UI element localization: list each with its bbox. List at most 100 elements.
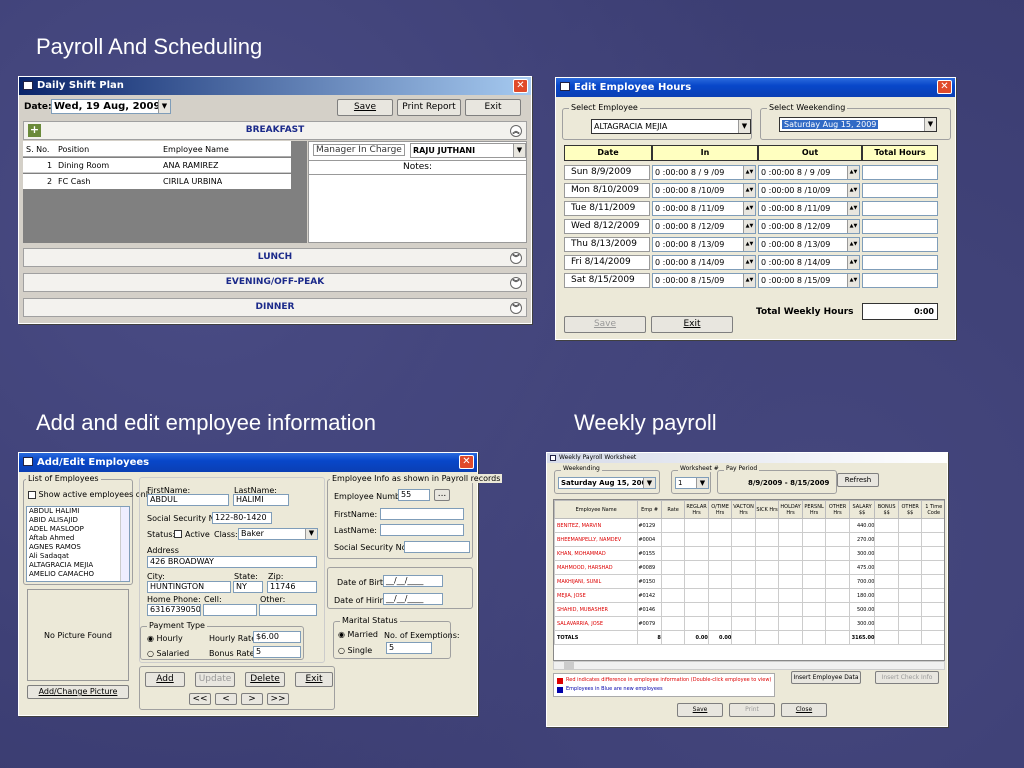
hours-row-out[interactable]: 0 :00:00 8 /10/09 ▲▼: [758, 183, 860, 198]
spin-icon[interactable]: ▲▼: [743, 274, 755, 287]
data-cell[interactable]: [731, 616, 756, 631]
list-item[interactable]: ABDUL HALIMI: [27, 507, 129, 516]
exit-button[interactable]: Exit: [651, 316, 733, 333]
spin-icon[interactable]: ▲▼: [743, 256, 755, 269]
data-cell[interactable]: [825, 588, 850, 603]
table-row[interactable]: MEJIA, JOSE #0142 180.00: [554, 588, 944, 603]
chevron-down-icon[interactable]: ▼: [513, 144, 525, 157]
data-cell[interactable]: [754, 560, 780, 575]
exemptions-field[interactable]: 5: [386, 642, 432, 654]
data-cell[interactable]: [684, 532, 709, 547]
spin-icon[interactable]: ▲▼: [847, 220, 859, 233]
notes-field[interactable]: [309, 176, 526, 242]
data-cell[interactable]: [801, 616, 827, 631]
salary-cell[interactable]: 270.00: [848, 532, 876, 547]
week-select[interactable]: Saturday Aug 15, 2009 ▼: [779, 117, 937, 132]
expand-icon[interactable]: ︾: [510, 277, 522, 289]
radio-icon[interactable]: ○: [147, 649, 154, 658]
data-cell[interactable]: [801, 518, 827, 533]
employee-name-cell[interactable]: KHAN, MOHAMMAD: [554, 546, 639, 561]
radio-icon-checked[interactable]: ◉: [338, 630, 345, 639]
data-cell[interactable]: [921, 574, 944, 589]
employee-name-cell[interactable]: BHEEMANPELLY, NAMDEV: [554, 532, 639, 547]
bonus-rate-field[interactable]: 5: [253, 646, 301, 658]
address-field[interactable]: 426 BROADWAY: [147, 556, 317, 568]
salary-cell[interactable]: 300.00: [848, 546, 876, 561]
hourly-rate-field[interactable]: $6.00: [253, 631, 301, 643]
lunch-band[interactable]: LUNCH ︾: [23, 248, 527, 267]
data-cell[interactable]: [778, 602, 803, 617]
spin-icon[interactable]: ▲▼: [743, 220, 755, 233]
salary-cell[interactable]: 500.00: [848, 602, 876, 617]
exit-button[interactable]: Exit: [295, 672, 333, 687]
data-cell[interactable]: [731, 546, 756, 561]
home-phone-field[interactable]: 6316739050: [147, 604, 201, 616]
chevron-down-icon[interactable]: ▼: [158, 100, 170, 113]
data-cell[interactable]: [731, 560, 756, 575]
list-item[interactable]: ALTAGRACIA MEJIA: [27, 561, 129, 570]
data-cell[interactable]: [874, 616, 899, 631]
spin-icon[interactable]: ▲▼: [847, 184, 859, 197]
show-active-checkbox[interactable]: Show active employees only: [28, 490, 153, 499]
other-field[interactable]: [259, 604, 317, 616]
married-radio[interactable]: ◉ Married: [338, 630, 378, 639]
payroll-last-name-field[interactable]: [380, 524, 464, 536]
data-cell[interactable]: [825, 574, 850, 589]
hours-row-out[interactable]: 0 :00:00 8 /13/09 ▲▼: [758, 237, 860, 252]
data-cell[interactable]: [731, 518, 756, 533]
table-row[interactable]: BENITEZ, MARVIN #0129 440.00: [554, 518, 944, 533]
spin-icon[interactable]: ▲▼: [847, 256, 859, 269]
hours-row-in[interactable]: 0 :00:00 8 /11/09 ▲▼: [652, 201, 756, 216]
data-cell[interactable]: [874, 560, 899, 575]
doh-field[interactable]: __/__/____: [383, 593, 443, 605]
data-cell[interactable]: [684, 574, 709, 589]
hours-row-in[interactable]: 0 :00:00 8 /14/09 ▲▼: [652, 255, 756, 270]
hours-row-in[interactable]: 0 :00:00 8 /10/09 ▲▼: [652, 183, 756, 198]
radio-icon[interactable]: ○: [338, 646, 345, 655]
employee-name-cell[interactable]: SALAVARRIA, JOSE: [554, 616, 639, 631]
salaried-radio[interactable]: ○ Salaried: [147, 649, 189, 658]
data-cell[interactable]: [825, 518, 850, 533]
manager-select[interactable]: RAJU JUTHANI ▼: [410, 143, 526, 158]
data-cell[interactable]: [897, 518, 923, 533]
data-cell[interactable]: [684, 518, 709, 533]
data-cell[interactable]: [801, 574, 827, 589]
list-item[interactable]: AMELIO CAMACHO: [27, 570, 129, 579]
hours-row-out[interactable]: 0 :00:00 8 /15/09 ▲▼: [758, 273, 860, 288]
data-cell[interactable]: [660, 616, 686, 631]
salary-cell[interactable]: 440.00: [848, 518, 876, 533]
table-row[interactable]: SHAHID, MUBASHER #0146 500.00: [554, 602, 944, 617]
horizontal-scrollbar[interactable]: [553, 661, 945, 670]
list-item[interactable]: ADEL MASLOOP: [27, 525, 129, 534]
employee-number-field[interactable]: 55: [398, 489, 430, 501]
data-cell[interactable]: [707, 574, 733, 589]
hours-row-in[interactable]: 0 :00:00 8 /13/09 ▲▼: [652, 237, 756, 252]
close-button[interactable]: ✕: [459, 455, 474, 469]
hours-row-out[interactable]: 0 :00:00 8 /12/09 ▲▼: [758, 219, 860, 234]
employee-list[interactable]: ABDUL HALIMI ABID ALISAJID ADEL MASLOOP Aft…: [26, 506, 130, 582]
update-button[interactable]: Update: [195, 672, 235, 687]
payroll-first-name-field[interactable]: [380, 508, 464, 520]
data-cell[interactable]: [660, 560, 686, 575]
data-cell[interactable]: [801, 532, 827, 547]
spin-icon[interactable]: ▲▼: [847, 274, 859, 287]
chevron-down-icon[interactable]: ▼: [643, 478, 655, 488]
chevron-down-icon[interactable]: ▼: [924, 118, 936, 131]
data-cell[interactable]: [731, 588, 756, 603]
exit-button[interactable]: Exit: [465, 99, 521, 116]
data-cell[interactable]: [825, 532, 850, 547]
list-item[interactable]: Aftab Ahmed: [27, 534, 129, 543]
spin-icon[interactable]: ▲▼: [743, 202, 755, 215]
data-cell[interactable]: [825, 602, 850, 617]
data-cell[interactable]: [874, 532, 899, 547]
worksheet-select[interactable]: 1 ▼: [675, 477, 709, 489]
state-field[interactable]: NY: [233, 581, 263, 593]
save-button[interactable]: Save: [564, 316, 646, 333]
data-cell[interactable]: [778, 616, 803, 631]
spin-icon[interactable]: ▲▼: [743, 238, 755, 251]
data-cell[interactable]: [921, 588, 944, 603]
insert-check-info-button[interactable]: Insert Check Info: [875, 671, 939, 684]
data-cell[interactable]: [684, 546, 709, 561]
spin-icon[interactable]: ▲▼: [847, 166, 859, 179]
table-row[interactable]: MAHMOOD, HARSHAD #0089 475.00: [554, 560, 944, 575]
